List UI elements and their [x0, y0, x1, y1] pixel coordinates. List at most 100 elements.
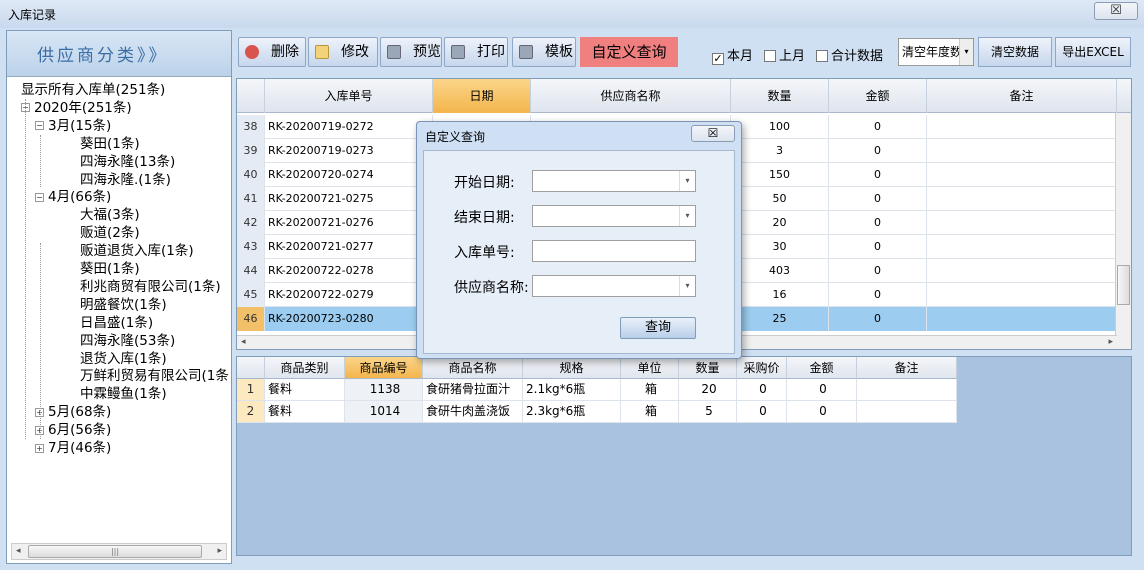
tree-item[interactable]: 退货入库(1条) [67, 350, 167, 368]
tree-item[interactable]: −4月(66条) [35, 188, 111, 206]
detail-cell: 2.3kg*6瓶 [523, 401, 621, 423]
total-data-label: 合计数据 [831, 49, 884, 64]
grid-vertical-scrollbar[interactable] [1115, 113, 1131, 349]
quantity-cell: 100 [731, 115, 829, 139]
column-header[interactable]: 金额 [829, 79, 927, 113]
export-excel-button[interactable]: 导出EXCEL [1055, 37, 1131, 67]
chevron-down-icon[interactable]: ▾ [679, 276, 695, 296]
tree-item[interactable]: 四海永隆.(1条) [67, 171, 171, 189]
detail-cell: 箱 [621, 401, 679, 423]
column-header[interactable]: 单位 [621, 357, 679, 379]
tree-item[interactable]: 贩道退货入库(1条) [67, 242, 194, 260]
query-button[interactable]: 查询 [620, 317, 696, 339]
row-index: 45 [237, 283, 265, 307]
last-month-label: 上月 [779, 49, 806, 64]
scroll-thumb[interactable] [1117, 265, 1130, 305]
column-header[interactable]: 商品名称 [423, 357, 523, 379]
this-month-checkbox[interactable]: ✓ 本月 [712, 45, 753, 65]
chevron-down-icon[interactable]: ▾ [959, 39, 973, 65]
clear-data-button[interactable]: 清空数据 [978, 37, 1052, 67]
tree-item[interactable]: +6月(56条) [35, 421, 111, 439]
tree-item[interactable]: 万鲜利贸易有限公司(1条 [67, 367, 229, 385]
tree-item-label: 四海永隆.(1条) [80, 171, 171, 188]
tree-item[interactable]: 日昌盛(1条) [67, 314, 153, 332]
column-header[interactable]: 日期 [433, 79, 531, 113]
tree-item[interactable]: 葵田(1条) [67, 135, 140, 153]
column-header[interactable]: 商品编号 [345, 357, 423, 379]
tree-item-label: 3月(15条) [48, 117, 112, 134]
supplier-select[interactable]: ▾ [532, 275, 696, 297]
delete-button[interactable]: 删除 [238, 37, 306, 67]
column-header[interactable]: 备注 [857, 357, 957, 379]
column-header[interactable]: 数量 [679, 357, 737, 379]
tree-item-label: 大福(3条) [80, 207, 140, 224]
order-no-input[interactable] [532, 240, 696, 262]
table-row[interactable]: 2 餐料 1014 食研牛肉盖浇饭 2.3kg*6瓶箱 5 0 0 [237, 401, 957, 423]
end-date-picker[interactable]: ▾ [532, 205, 696, 227]
table-row[interactable]: 1 餐料 1138 食研猪骨拉面汁 2.1kg*6瓶箱 20 0 0 [237, 379, 957, 401]
collapse-icon[interactable]: − [35, 192, 44, 202]
close-icon[interactable]: ☒ [1094, 2, 1138, 20]
column-header[interactable]: 数量 [731, 79, 829, 113]
remark-cell [927, 307, 1117, 331]
scroll-left-icon[interactable]: ◂ [241, 337, 246, 347]
scroll-right-icon[interactable]: ▸ [217, 546, 222, 556]
column-header[interactable]: 采购价 [737, 357, 787, 379]
tree-item[interactable]: −3月(15条) [35, 117, 111, 135]
scroll-left-icon[interactable]: ◂ [16, 546, 21, 556]
close-icon[interactable]: ☒ [691, 125, 735, 142]
column-header[interactable]: 规格 [523, 357, 621, 379]
expand-icon[interactable]: + [35, 443, 44, 453]
edit-button[interactable]: 修改 [308, 37, 378, 67]
tree-item[interactable]: 明盛餐饮(1条) [67, 296, 167, 314]
tree-item[interactable]: 显示所有入库单(251条) [21, 81, 165, 99]
toolbar: 删除 修改 预览 打印 模板 自定义查询 ✓ 本月 上月 合计数据 清空年度数 ▾… [236, 32, 1136, 72]
column-header[interactable]: 入库单号 [265, 79, 433, 113]
row-index: 46 [237, 307, 265, 331]
tree-item[interactable]: 四海永隆(13条) [67, 153, 175, 171]
print-button[interactable]: 打印 [444, 37, 508, 67]
tree-item[interactable]: 四海永隆(53条) [67, 332, 175, 350]
column-header[interactable]: 商品类别 [265, 357, 345, 379]
preview-button[interactable]: 预览 [380, 37, 442, 67]
scroll-thumb[interactable]: ||| [28, 545, 202, 558]
quantity-cell: 3 [731, 139, 829, 163]
tree-item[interactable]: +7月(46条) [35, 439, 111, 457]
tree-item[interactable]: 贩道(2条) [67, 224, 140, 242]
last-month-checkbox[interactable]: 上月 [764, 45, 805, 64]
collapse-icon[interactable]: − [35, 121, 44, 131]
tree-item-label: 6月(56条) [48, 422, 112, 439]
tree-item[interactable]: 中霖鳗鱼(1条) [67, 385, 167, 403]
remark-cell [927, 283, 1117, 307]
custom-query-button[interactable]: 自定义查询 [580, 37, 678, 67]
column-header[interactable]: 金额 [787, 357, 857, 379]
tree-item-label: 显示所有入库单(251条) [21, 82, 166, 98]
tree-horizontal-scrollbar[interactable]: ◂ ||| ▸ [11, 543, 227, 560]
window-title: 入库记录 [8, 8, 57, 22]
detail-cell: 1014 [345, 401, 423, 423]
year-combo[interactable]: 清空年度数 ▾ [898, 38, 974, 66]
amount-cell: 0 [829, 187, 927, 211]
receipt-no-cell: RK-20200722-0278 [265, 259, 433, 283]
tree-item-label: 2020年(251条) [34, 99, 132, 116]
tree-item-label: 5月(68条) [48, 404, 112, 421]
column-header[interactable]: 供应商名称 [531, 79, 731, 113]
tree-item[interactable]: +5月(68条) [35, 403, 111, 421]
tree-item[interactable]: 利兆商贸有限公司(1条) [67, 278, 221, 296]
template-button[interactable]: 模板 [512, 37, 576, 67]
quantity-cell: 50 [731, 187, 829, 211]
tree-item[interactable]: 葵田(1条) [67, 260, 140, 278]
detail-cell: 0 [787, 401, 857, 423]
tree-item[interactable]: 大福(3条) [67, 206, 140, 224]
receipt-no-cell: RK-20200721-0276 [265, 211, 433, 235]
chevron-down-icon[interactable]: ▾ [679, 171, 695, 191]
start-date-picker[interactable]: ▾ [532, 170, 696, 192]
chevron-down-icon[interactable]: ▾ [679, 206, 695, 226]
column-header[interactable]: 备注 [927, 79, 1117, 113]
tree-item-label: 利兆商贸有限公司(1条) [80, 278, 221, 295]
remark-cell [927, 115, 1117, 139]
tree-item[interactable]: −2020年(251条) [21, 99, 132, 117]
category-header[interactable]: 供应商分类》》 [7, 31, 231, 77]
total-data-checkbox[interactable]: 合计数据 [816, 45, 883, 64]
scroll-right-icon[interactable]: ▸ [1108, 337, 1113, 347]
